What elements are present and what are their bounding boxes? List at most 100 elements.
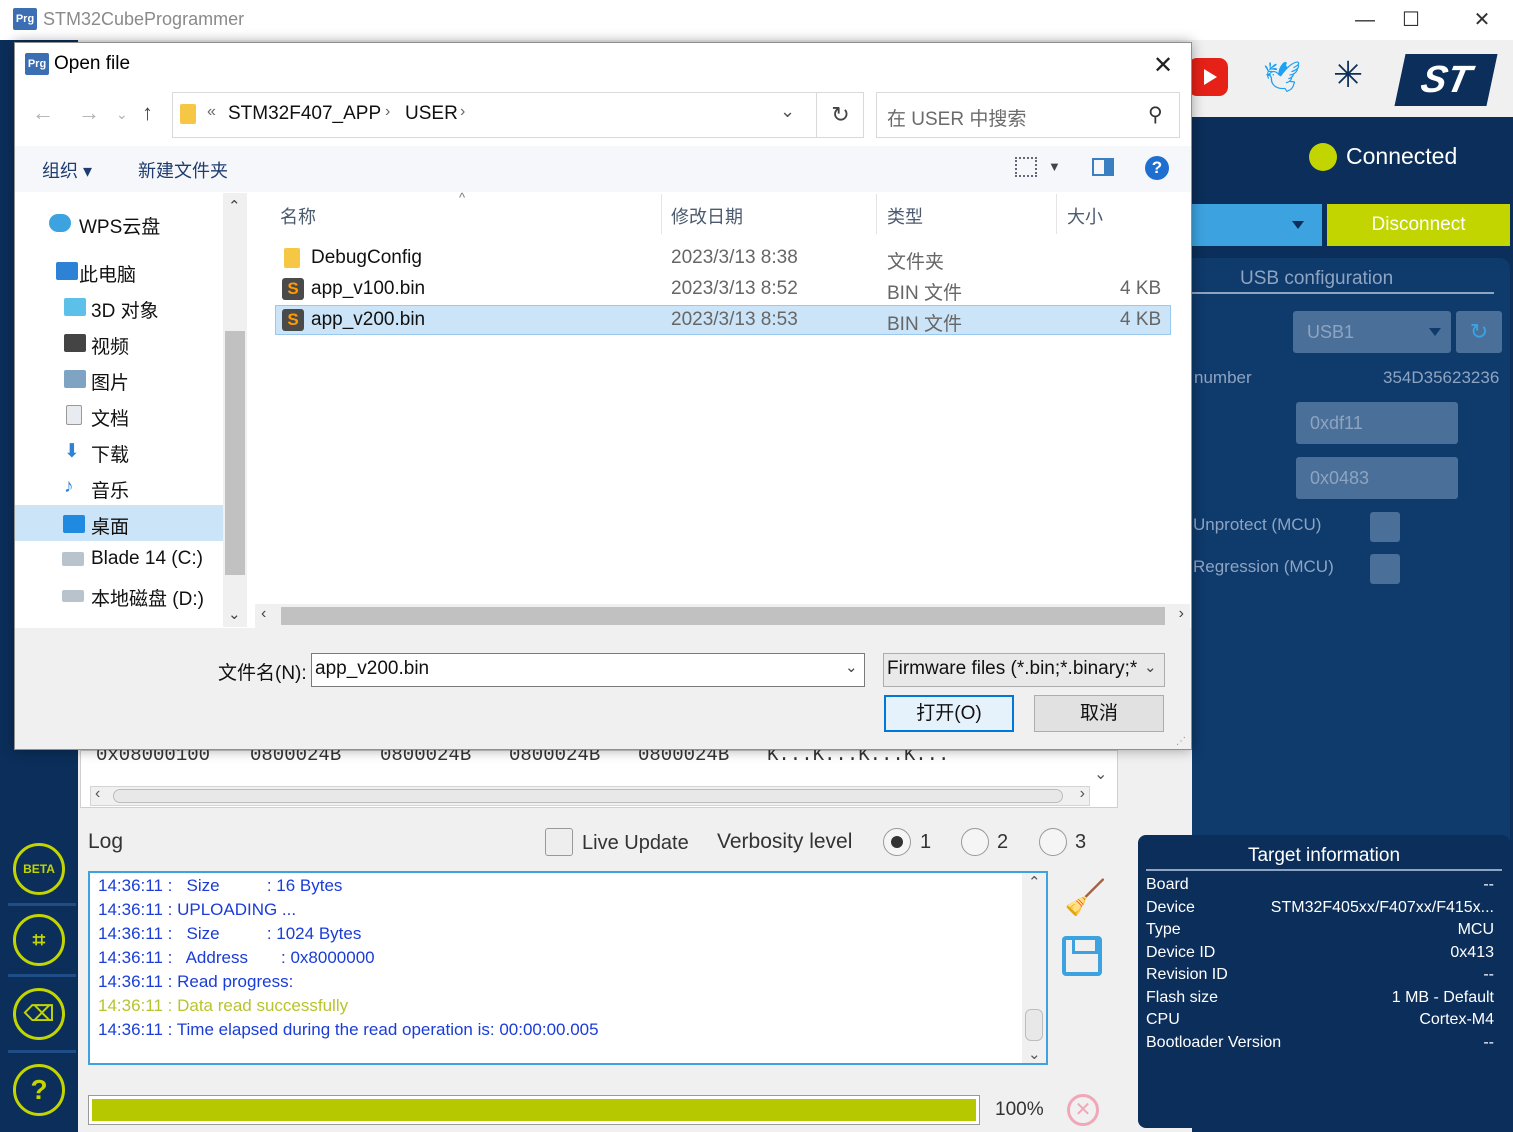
sidebar-item-downloads[interactable]: 下载: [91, 440, 129, 467]
file-type: BIN 文件: [887, 283, 962, 304]
progress-bar: [88, 1095, 980, 1125]
regression-checkbox[interactable]: [1370, 554, 1400, 584]
document-icon: [66, 405, 82, 425]
verbosity-radio-1[interactable]: [883, 828, 911, 856]
memory-horizontal-scrollbar[interactable]: ‹ ›: [90, 785, 1090, 806]
chevron-down-icon[interactable]: ⌄: [845, 658, 858, 676]
network-icon[interactable]: ✳: [1333, 54, 1363, 96]
sidebar-item-desktop[interactable]: 桌面: [91, 512, 129, 539]
chevron-down-icon: [1292, 221, 1304, 229]
unprotect-checkbox[interactable]: [1370, 512, 1400, 542]
verbosity-label: Verbosity level: [717, 830, 853, 853]
chevron-down-icon[interactable]: ⌄: [228, 605, 241, 623]
scroll-thumb[interactable]: [281, 607, 1165, 625]
chip-icon[interactable]: ⌗: [13, 914, 65, 966]
chevron-right-icon[interactable]: ›: [385, 103, 390, 121]
dialog-close-button[interactable]: ✕: [1153, 51, 1173, 80]
pid-field[interactable]: 0xdf11: [1296, 402, 1458, 444]
sidebar-item-drive-c[interactable]: Blade 14 (C:): [91, 548, 203, 570]
minimize-button[interactable]: —: [1345, 6, 1385, 34]
target-key: Bootloader Version: [1146, 1034, 1282, 1051]
nav-separator: [8, 1050, 76, 1053]
help-icon[interactable]: ?: [1145, 156, 1169, 180]
column-divider[interactable]: [661, 194, 662, 234]
column-divider[interactable]: [876, 194, 877, 234]
sidebar-item-videos[interactable]: 视频: [91, 332, 129, 359]
resize-grip-icon[interactable]: ⋰: [1176, 736, 1186, 747]
twitter-icon[interactable]: 🕊: [1263, 60, 1301, 95]
preview-pane-icon[interactable]: [1092, 158, 1114, 176]
verbosity-radio-2[interactable]: [961, 828, 989, 856]
forward-arrow-icon[interactable]: →: [78, 100, 100, 126]
file-size: 4 KB: [1120, 309, 1162, 330]
open-button[interactable]: 打开(O): [884, 695, 1014, 732]
refresh-ports-button[interactable]: ↻: [1456, 311, 1502, 353]
refresh-button[interactable]: ↻: [816, 92, 864, 138]
sort-caret-icon: ^: [459, 190, 466, 205]
sidebar-item-3d-objects[interactable]: 3D 对象: [91, 296, 159, 323]
search-icon[interactable]: ⚲: [1148, 102, 1163, 127]
log-vertical-scrollbar[interactable]: ⌃ ⌄: [1022, 873, 1046, 1063]
maximize-button[interactable]: ☐: [1391, 6, 1431, 34]
cancel-operation-icon[interactable]: ✕: [1067, 1094, 1099, 1126]
close-window-button[interactable]: ✕: [1462, 6, 1502, 34]
chevron-up-icon[interactable]: ⌃: [228, 197, 241, 215]
column-header-type[interactable]: 类型: [887, 203, 923, 229]
target-value: --: [1483, 876, 1494, 893]
back-arrow-icon[interactable]: ←: [32, 100, 54, 126]
chevron-down-icon: [1429, 328, 1441, 336]
beta-bug-icon[interactable]: BETA: [13, 843, 65, 895]
recent-locations-chevron-icon[interactable]: ⌄: [116, 106, 128, 123]
sidebar-item-documents[interactable]: 文档: [91, 404, 129, 431]
column-header-date[interactable]: 修改日期: [671, 203, 743, 229]
column-header-name[interactable]: 名称: [280, 203, 316, 229]
sidebar-item-music[interactable]: 音乐: [91, 476, 129, 503]
eraser-icon[interactable]: ⌫: [13, 988, 65, 1040]
sidebar-scrollbar[interactable]: ⌃ ⌄: [223, 193, 247, 627]
column-header-size[interactable]: 大小: [1067, 203, 1103, 229]
chevron-left-icon[interactable]: ‹: [261, 605, 266, 623]
sidebar-item-this-pc[interactable]: 此电脑: [79, 260, 136, 287]
vid-field[interactable]: 0x0483: [1296, 457, 1458, 499]
chevron-left-icon[interactable]: ‹: [95, 785, 100, 803]
usb-port-select[interactable]: USB1: [1293, 311, 1451, 353]
chevron-right-icon[interactable]: ›: [460, 103, 465, 121]
disconnect-button[interactable]: Disconnect: [1327, 204, 1510, 246]
file-list-horizontal-scrollbar[interactable]: ‹ ›: [255, 604, 1190, 628]
sidebar-item-drive-d[interactable]: 本地磁盘 (D:): [91, 584, 204, 611]
help-icon[interactable]: ?: [13, 1064, 65, 1116]
sidebar-item-wps-cloud[interactable]: WPS云盘: [79, 212, 160, 239]
scroll-thumb[interactable]: [1025, 1009, 1043, 1041]
chevron-right-icon[interactable]: ›: [1080, 785, 1085, 803]
file-type: 文件夹: [887, 252, 945, 273]
log-title: Log: [88, 830, 124, 853]
organize-menu[interactable]: 组织 ▾: [42, 157, 92, 183]
chevron-down-icon[interactable]: ⌄: [1094, 764, 1107, 784]
sidebar-item-pictures[interactable]: 图片: [91, 368, 129, 395]
breadcrumb-user[interactable]: USER: [405, 103, 458, 125]
breadcrumb-stm32f407-app[interactable]: STM32F407_APP: [228, 103, 381, 125]
live-update-checkbox[interactable]: [545, 828, 573, 856]
view-options-icon[interactable]: [1015, 157, 1037, 177]
picture-icon: [64, 370, 86, 388]
clear-log-broom-icon[interactable]: 🧹: [1064, 878, 1106, 918]
chevron-down-icon[interactable]: ▼: [1048, 159, 1061, 174]
address-history-chevron-icon[interactable]: ⌄: [780, 101, 795, 122]
scroll-thumb[interactable]: [113, 789, 1063, 803]
chevron-right-icon[interactable]: ›: [1179, 605, 1184, 623]
dialog-app-icon: Prg: [25, 53, 49, 75]
verbosity-radio-3[interactable]: [1039, 828, 1067, 856]
new-folder-button[interactable]: 新建文件夹: [138, 157, 228, 183]
chevron-up-icon[interactable]: ⌃: [1028, 873, 1041, 891]
column-divider[interactable]: [1056, 194, 1057, 234]
up-arrow-icon[interactable]: ↑: [142, 100, 153, 126]
interface-dropdown[interactable]: [1192, 204, 1322, 246]
chevron-down-icon[interactable]: ⌄: [1144, 658, 1157, 676]
filename-value[interactable]: app_v200.bin: [315, 658, 429, 680]
chevron-down-icon[interactable]: ⌄: [1028, 1045, 1041, 1063]
target-key: Type: [1146, 921, 1181, 938]
save-log-icon[interactable]: [1062, 936, 1102, 976]
cancel-button[interactable]: 取消: [1034, 695, 1164, 732]
scroll-thumb[interactable]: [225, 331, 245, 575]
youtube-icon[interactable]: [1188, 58, 1228, 96]
